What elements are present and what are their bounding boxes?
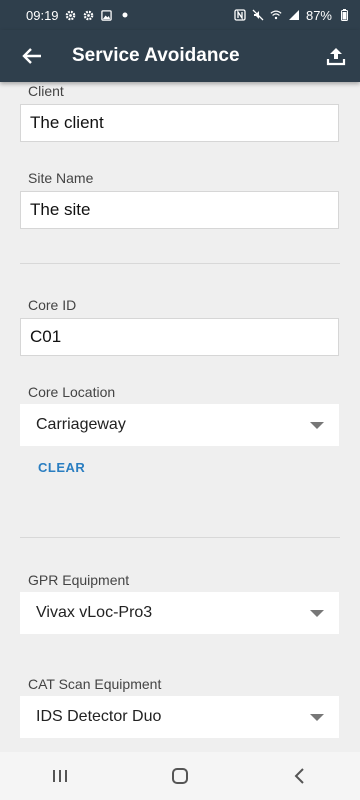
home-button[interactable] [150, 752, 210, 800]
site-name-field[interactable]: The site [20, 191, 339, 229]
gpr-equipment-select[interactable]: Vivax vLoc-Pro3 [20, 592, 339, 634]
nfc-icon [234, 9, 246, 21]
signal-icon [288, 9, 300, 21]
recent-apps-button[interactable] [30, 752, 90, 800]
system-nav-bar [0, 752, 360, 800]
arrow-left-icon [22, 48, 41, 64]
core-location-value: Carriageway [36, 416, 126, 433]
core-location-label: Core Location [28, 384, 116, 400]
status-bar-right: 87% [234, 8, 350, 23]
battery-icon [338, 9, 350, 21]
cat-scan-equipment-value: IDS Detector Duo [36, 708, 162, 725]
back-icon [294, 768, 304, 784]
form-content[interactable]: Client The client Site Name The site Cor… [0, 82, 360, 752]
upload-icon [326, 48, 346, 66]
cat-scan-equipment-label: CAT Scan Equipment [28, 676, 162, 692]
wifi-icon [270, 9, 282, 21]
back-button[interactable] [4, 30, 60, 82]
gear-icon [65, 9, 77, 21]
upload-button[interactable] [312, 30, 360, 82]
client-label: Client [28, 83, 64, 99]
recent-apps-icon [53, 770, 67, 782]
dot-icon [119, 9, 131, 21]
divider [20, 537, 340, 538]
clear-button[interactable]: CLEAR [38, 460, 85, 475]
page-title: Service Avoidance [72, 45, 240, 66]
core-id-label: Core ID [28, 297, 77, 313]
client-field[interactable]: The client [20, 104, 339, 142]
mute-icon [252, 9, 264, 21]
dropdown-arrow-icon [310, 609, 324, 617]
status-time: 09:19 [26, 7, 59, 23]
app-bar: Service Avoidance [0, 30, 360, 82]
cat-scan-equipment-select[interactable]: IDS Detector Duo [20, 696, 339, 738]
image-icon [101, 9, 113, 21]
battery-percent: 87% [305, 7, 332, 23]
divider [20, 263, 340, 264]
gpr-equipment-label: GPR Equipment [28, 572, 130, 588]
system-back-button[interactable] [270, 752, 330, 800]
site-name-label: Site Name [28, 170, 94, 186]
core-location-select[interactable]: Carriageway [20, 404, 339, 446]
gear-icon [83, 9, 95, 21]
dropdown-arrow-icon [310, 421, 324, 429]
home-icon [172, 768, 188, 784]
core-id-field[interactable]: C01 [20, 318, 339, 356]
status-bar-left: 09:19 [26, 8, 131, 23]
status-bar: 09:19 87% [0, 0, 360, 30]
gpr-equipment-value: Vivax vLoc-Pro3 [36, 604, 153, 621]
dropdown-arrow-icon [310, 713, 324, 721]
